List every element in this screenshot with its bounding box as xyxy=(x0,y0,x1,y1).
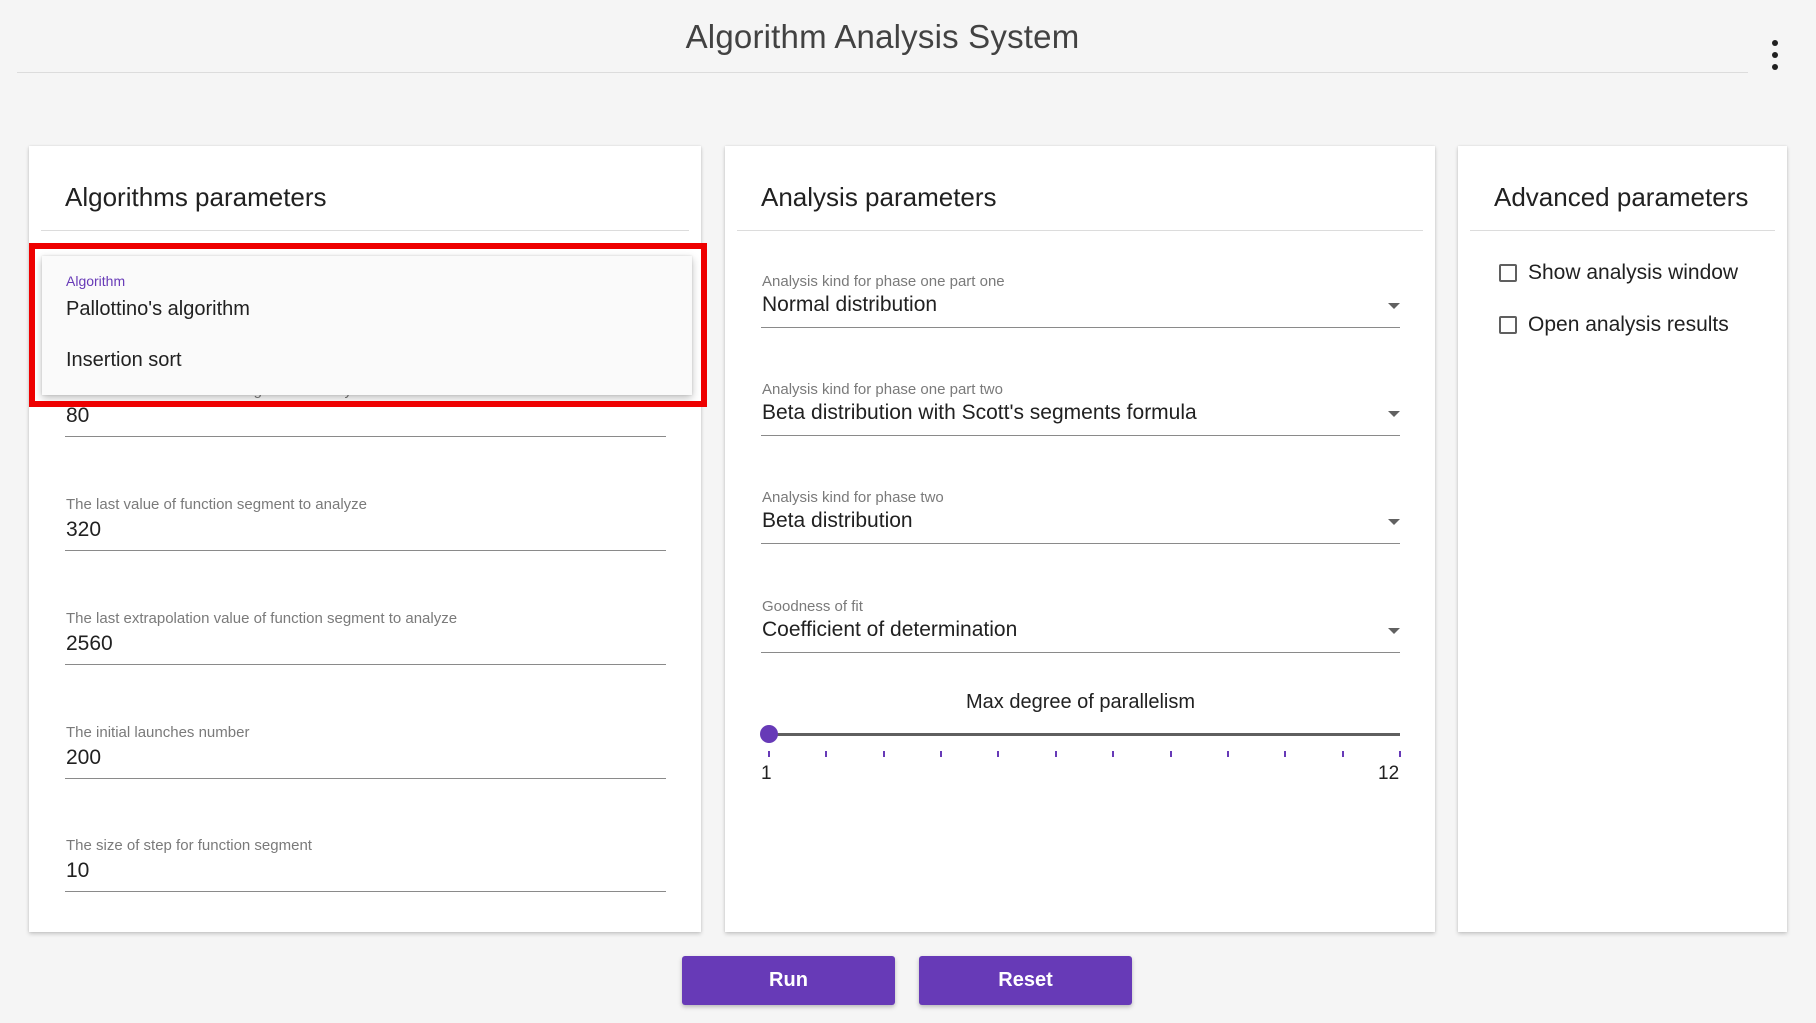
open-analysis-results-checkbox[interactable]: Open analysis results xyxy=(1499,311,1729,339)
select-underline xyxy=(761,327,1400,328)
select-value: Beta distribution xyxy=(762,509,913,532)
select-label: Analysis kind for phase one part two xyxy=(762,381,1003,398)
card-title: Analysis parameters xyxy=(761,182,997,212)
field-underline xyxy=(65,891,666,892)
card-divider xyxy=(1470,230,1775,231)
algorithm-dropdown[interactable]: Algorithm Pallottino's algorithm Inserti… xyxy=(42,256,692,395)
reset-button[interactable]: Reset xyxy=(919,956,1132,1005)
slider-tick xyxy=(825,751,828,757)
select-underline xyxy=(761,652,1400,653)
slider-max-label: 12 xyxy=(1378,763,1400,784)
field-value: 200 xyxy=(66,746,102,769)
field-underline xyxy=(65,436,666,437)
phase-two-select[interactable]: Analysis kind for phase two Beta distrib… xyxy=(761,489,1400,553)
kebab-dot xyxy=(1772,64,1778,70)
slider-tick xyxy=(1341,751,1344,757)
app-header: Algorithm Analysis System xyxy=(17,0,1748,73)
field-value: 2560 xyxy=(66,632,113,655)
checkbox-label: Open analysis results xyxy=(1528,313,1729,336)
slider-tick xyxy=(997,751,1000,757)
initial-launches-field[interactable]: The initial launches number 200 xyxy=(65,724,666,788)
goodness-of-fit-select[interactable]: Goodness of fit Coefficient of determina… xyxy=(761,598,1400,662)
slider-tick xyxy=(1284,751,1287,757)
chevron-down-icon[interactable] xyxy=(1388,519,1400,525)
field-label: The initial launches number xyxy=(66,724,250,741)
parallelism-slider-thumb[interactable] xyxy=(760,725,778,743)
slider-tick xyxy=(768,751,770,757)
app-root: Algorithm Analysis System Algorithms par… xyxy=(0,0,1816,1023)
checkbox-box[interactable] xyxy=(1499,264,1517,282)
algorithm-select-label: Algorithm xyxy=(66,273,126,289)
phase-one-part-one-select[interactable]: Analysis kind for phase one part one Nor… xyxy=(761,273,1400,337)
app-title: Algorithm Analysis System xyxy=(685,18,1080,55)
select-value: Normal distribution xyxy=(762,293,938,316)
card-divider xyxy=(41,230,689,231)
algorithm-option-pallottino[interactable]: Pallottino's algorithm xyxy=(42,289,692,329)
chevron-down-icon[interactable] xyxy=(1388,628,1400,634)
algorithm-option-insertion-sort[interactable]: Insertion sort xyxy=(42,340,692,380)
slider-tick xyxy=(1054,751,1057,757)
slider-tick xyxy=(1226,751,1229,757)
field-label: The last extrapolation value of function… xyxy=(66,610,458,627)
card-title: Advanced parameters xyxy=(1494,182,1749,212)
slider-tick xyxy=(1169,751,1172,757)
select-label: Analysis kind for phase two xyxy=(762,489,944,506)
last-extrapolation-value-field[interactable]: The last extrapolation value of function… xyxy=(65,610,666,674)
step-size-field[interactable]: The size of step for function segment 10 xyxy=(65,837,666,901)
field-underline xyxy=(65,778,666,779)
chevron-down-icon[interactable] xyxy=(1388,411,1400,417)
field-underline xyxy=(65,664,666,665)
advanced-parameters-card: Advanced parameters Show analysis window… xyxy=(1458,146,1787,932)
show-analysis-window-checkbox[interactable]: Show analysis window xyxy=(1499,259,1738,287)
field-label: The last value of function segment to an… xyxy=(66,496,368,513)
checkbox-label: Show analysis window xyxy=(1528,261,1739,284)
kebab-dot xyxy=(1772,40,1778,46)
more-vertical-icon[interactable] xyxy=(1766,40,1784,70)
phase-one-part-two-select[interactable]: Analysis kind for phase one part two Bet… xyxy=(761,381,1400,445)
select-value: Coefficient of determination xyxy=(762,618,1018,641)
parallelism-slider-track[interactable] xyxy=(769,733,1400,736)
select-label: Goodness of fit xyxy=(762,598,863,615)
chevron-down-icon[interactable] xyxy=(1388,303,1400,309)
analysis-parameters-card: Analysis parameters Analysis kind for ph… xyxy=(725,146,1435,932)
field-value: 80 xyxy=(66,404,90,427)
select-label: Analysis kind for phase one part one xyxy=(762,273,1005,290)
card-divider xyxy=(737,230,1423,231)
kebab-dot xyxy=(1772,52,1778,58)
slider-min-label: 1 xyxy=(761,763,772,784)
slider-tick xyxy=(882,751,885,757)
field-value: 320 xyxy=(66,518,102,541)
field-value: 10 xyxy=(66,859,90,882)
slider-tick xyxy=(1112,751,1115,757)
field-label: The size of step for function segment xyxy=(66,837,312,854)
select-underline xyxy=(761,435,1400,436)
card-title: Algorithms parameters xyxy=(65,182,327,212)
parallelism-slider-label: Max degree of parallelism xyxy=(966,691,1195,713)
select-underline xyxy=(761,543,1400,544)
checkbox-box[interactable] xyxy=(1499,316,1517,334)
slider-tick xyxy=(940,751,943,757)
slider-tick xyxy=(1399,751,1401,757)
select-value: Beta distribution with Scott's segments … xyxy=(762,401,1197,424)
run-button[interactable]: Run xyxy=(682,956,895,1005)
last-value-field[interactable]: The last value of function segment to an… xyxy=(65,496,666,560)
field-underline xyxy=(65,550,666,551)
